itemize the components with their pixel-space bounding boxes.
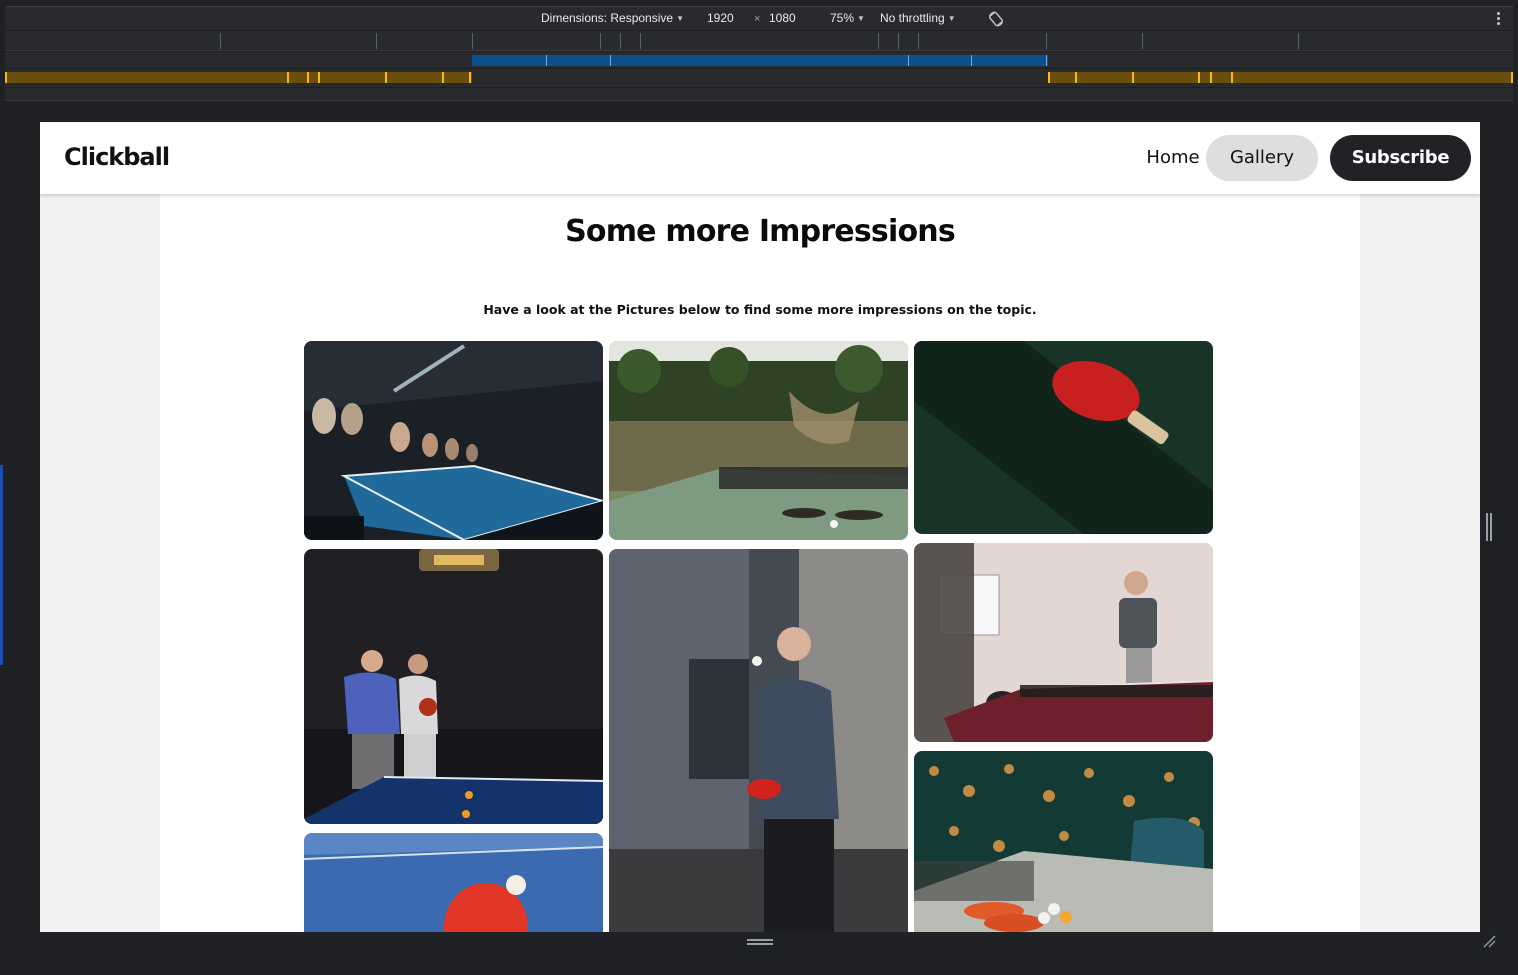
- resize-handle-icon[interactable]: [1482, 934, 1496, 948]
- throttling-label: No throttling: [880, 11, 945, 25]
- site-navbar: Clickball Home Gallery Subscribe: [40, 122, 1480, 194]
- width-input[interactable]: 1920: [707, 11, 734, 25]
- dimensions-dropdown[interactable]: Dimensions: Responsive ▼: [541, 11, 684, 25]
- rotate-icon[interactable]: [987, 10, 1005, 28]
- caret-down-icon: ▼: [857, 14, 865, 23]
- nav-gallery-link[interactable]: Gallery: [1206, 135, 1318, 181]
- red-paddle-photo[interactable]: [914, 341, 1213, 534]
- dimensions-label: Dimensions: Responsive: [541, 11, 674, 25]
- resize-handle-icon[interactable]: [747, 939, 773, 947]
- window-edge: [0, 465, 3, 665]
- caret-down-icon: ▼: [676, 14, 684, 23]
- site-logo[interactable]: Clickball: [64, 143, 170, 171]
- zoom-dropdown[interactable]: 75% ▼: [830, 11, 865, 25]
- two-players-dark-room-photo[interactable]: [304, 549, 603, 824]
- device-toolbar: Dimensions: Responsive ▼ 1920 × 1080 75% ▼…: [5, 6, 1513, 30]
- ruler-spacer: [5, 88, 1513, 101]
- page-subtitle: Have a look at the Pictures below to fin…: [483, 302, 1037, 317]
- height-input[interactable]: 1080: [769, 11, 796, 25]
- times-separator: ×: [754, 13, 761, 25]
- player-serving-photo[interactable]: [609, 549, 908, 932]
- content-panel: Some more Impressions Have a look at the…: [160, 194, 1360, 932]
- zoom-label: 75%: [830, 11, 855, 25]
- outdoor-table-tennis-photo[interactable]: [609, 341, 908, 540]
- media-query-bar-min-width[interactable]: [5, 52, 1513, 68]
- more-options-icon[interactable]: [1495, 11, 1501, 27]
- page-title: Some more Impressions: [565, 214, 956, 249]
- throttling-dropdown[interactable]: No throttling ▼: [880, 11, 956, 25]
- paddles-on-table-photo[interactable]: [914, 751, 1213, 932]
- media-query-bar-max-width[interactable]: [5, 69, 1513, 87]
- media-query-ruler: [5, 31, 1513, 51]
- subscribe-button[interactable]: Subscribe: [1330, 135, 1471, 181]
- paddle-and-ball-photo[interactable]: [304, 833, 603, 932]
- office-table-tennis-photo[interactable]: [914, 543, 1213, 742]
- resize-handle-icon[interactable]: [1486, 513, 1494, 541]
- table-tennis-hall-photo[interactable]: [304, 341, 603, 540]
- emulated-viewport: Clickball Home Gallery Subscribe Some mo…: [40, 122, 1480, 932]
- caret-down-icon: ▼: [947, 14, 956, 23]
